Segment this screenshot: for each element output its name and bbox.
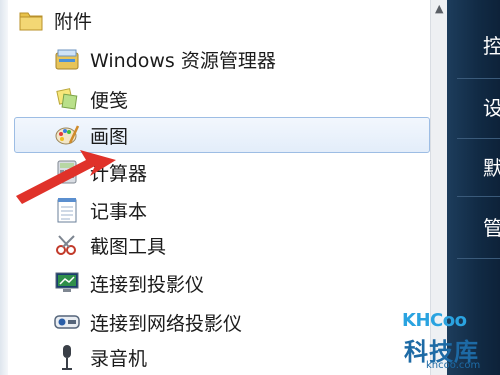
folder-icon — [18, 7, 44, 33]
watermark-logo: KHCoo — [402, 310, 467, 331]
menu-item-label: 录音机 — [90, 347, 148, 370]
menu-item-snipping-tool[interactable]: 截图工具 — [54, 230, 166, 260]
explorer-icon — [54, 46, 80, 72]
folder-label: 附件 — [54, 10, 93, 33]
menu-item-label: 记事本 — [90, 200, 148, 223]
menu-item-notepad[interactable]: 记事本 — [54, 195, 147, 225]
start-menu-programs-list: 附件 Windows 资源管理器 便笺 画图 计算器 记事本 截图工具 连接到投… — [0, 0, 430, 375]
menu-item-sound-recorder[interactable]: 录音机 — [54, 342, 147, 372]
paint-icon — [54, 122, 80, 148]
right-panel-separator — [457, 138, 500, 139]
menu-left-edge — [0, 0, 8, 375]
menu-item-label: 便笺 — [90, 89, 129, 112]
right-panel-item-devices[interactable]: 设 — [483, 92, 500, 121]
menu-item-explorer[interactable]: Windows 资源管理器 — [54, 44, 276, 74]
right-panel-separator — [457, 78, 500, 79]
right-panel-item-control-panel[interactable]: 控 — [483, 30, 500, 59]
calculator-icon — [54, 159, 80, 185]
menu-item-label: 画图 — [90, 125, 129, 148]
watermark-url: khcoo.com — [426, 360, 481, 371]
menu-item-label: 计算器 — [90, 162, 148, 185]
snipping-tool-icon — [54, 232, 80, 258]
folder-accessories[interactable]: 附件 — [18, 5, 92, 35]
sticky-notes-icon — [54, 86, 80, 112]
menu-item-network-projector[interactable]: 连接到网络投影仪 — [54, 307, 242, 337]
scroll-up-arrow-icon[interactable]: ▲ — [435, 2, 443, 15]
notepad-icon — [54, 197, 80, 223]
right-panel-item-default-programs[interactable]: 默 — [483, 152, 500, 181]
microphone-icon — [54, 344, 80, 370]
menu-item-label: 连接到投影仪 — [90, 273, 205, 296]
menu-item-paint[interactable]: 画图 — [14, 117, 430, 153]
projector-icon — [54, 270, 80, 296]
watermark: KHCoo 科技库 khcoo.com — [400, 298, 500, 375]
right-panel-separator — [457, 258, 500, 259]
right-panel-item-admin-tools[interactable]: 管 — [483, 212, 500, 241]
menu-item-projector[interactable]: 连接到投影仪 — [54, 268, 204, 298]
menu-item-label: 连接到网络投影仪 — [90, 312, 243, 335]
menu-item-sticky-notes[interactable]: 便笺 — [54, 84, 128, 114]
menu-item-label: 截图工具 — [90, 235, 167, 258]
right-panel-separator — [457, 196, 500, 197]
network-projector-icon — [54, 309, 80, 335]
menu-item-calculator[interactable]: 计算器 — [54, 157, 147, 187]
menu-item-label: Windows 资源管理器 — [90, 49, 276, 72]
